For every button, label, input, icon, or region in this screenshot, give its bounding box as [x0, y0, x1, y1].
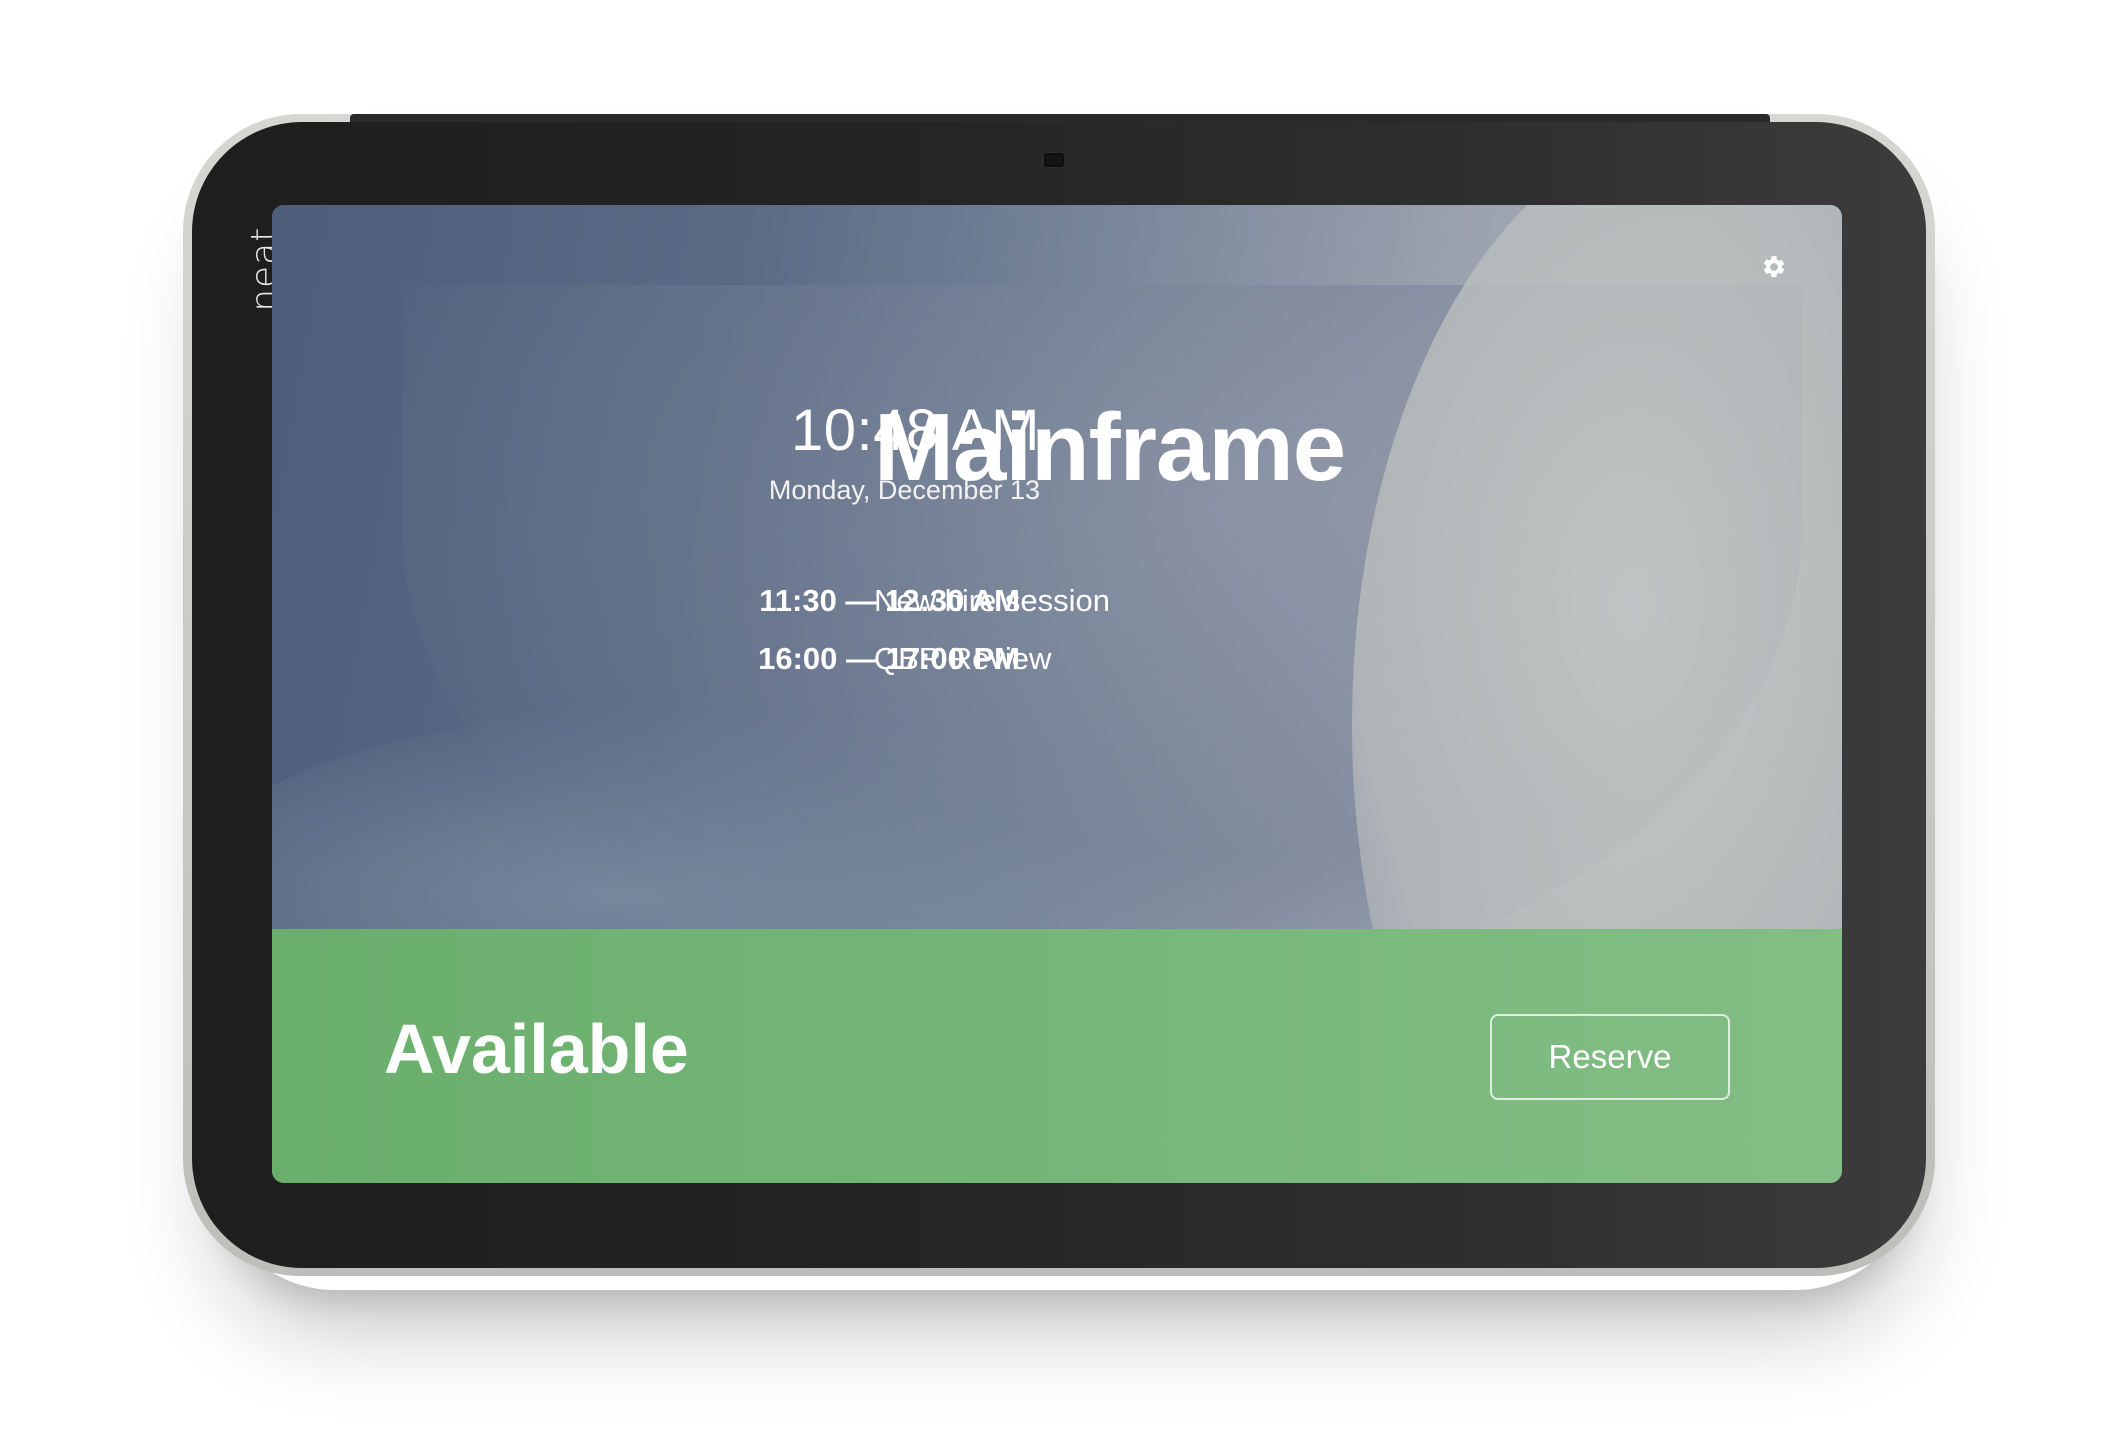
- wallpaper: 10:48 AM Monday, December 13 Mainframe 1…: [272, 205, 1842, 929]
- meeting-item[interactable]: 11:30 — 12:30 AM New hire session: [472, 583, 1472, 627]
- status-bar: Available Reserve: [272, 929, 1842, 1183]
- meeting-title: New hire session: [874, 583, 1111, 618]
- settings-button[interactable]: [1754, 249, 1794, 289]
- room-name: Mainframe: [874, 394, 1346, 501]
- meeting-item[interactable]: 16:00 — 17:00 PM QBR Review: [472, 641, 1472, 685]
- stage: neat. 10:48 AM Monday, December 13 Mainf…: [0, 0, 2108, 1448]
- reserve-button[interactable]: Reserve: [1490, 1014, 1730, 1100]
- status-label: Available: [384, 1010, 689, 1088]
- screen: 10:48 AM Monday, December 13 Mainframe 1…: [272, 205, 1842, 1183]
- camera-icon: [1044, 153, 1064, 167]
- meeting-title: QBR Review: [874, 641, 1052, 676]
- gear-icon: [1761, 254, 1787, 285]
